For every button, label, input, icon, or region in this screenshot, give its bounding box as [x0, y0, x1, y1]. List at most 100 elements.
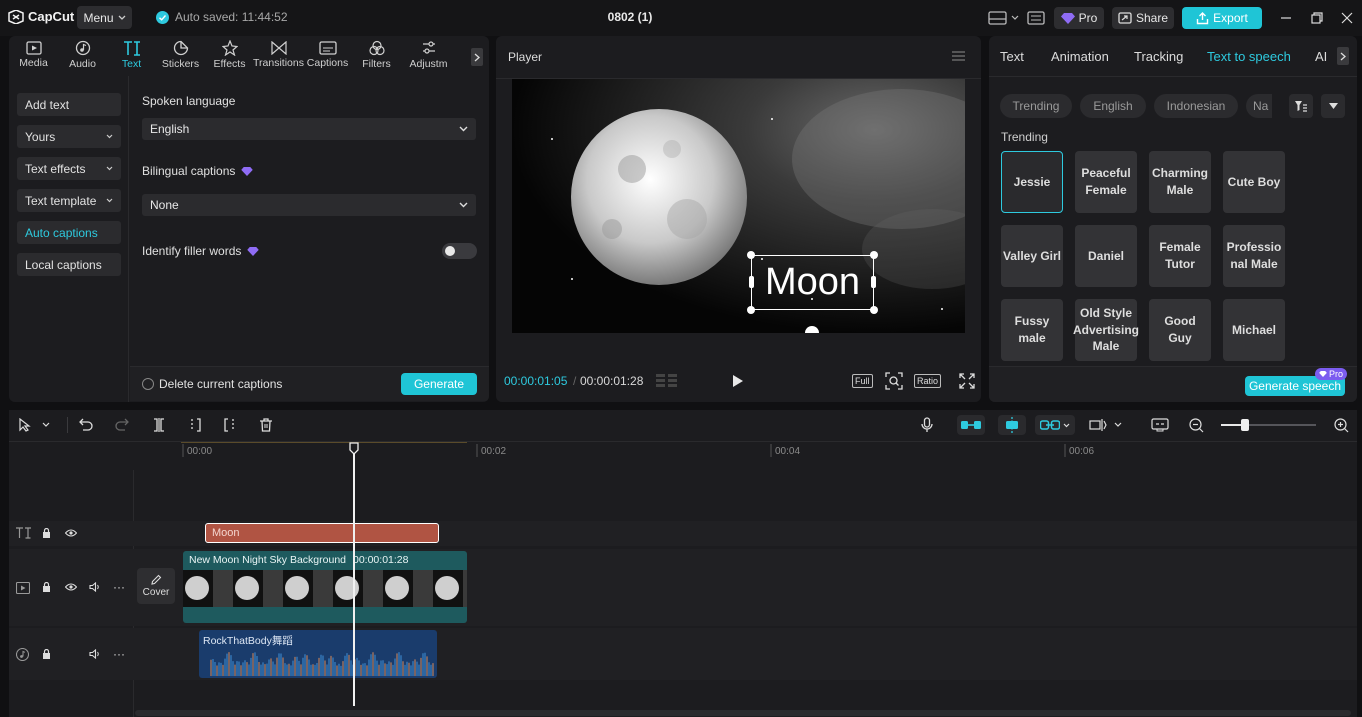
chip-indonesian[interactable]: Indonesian	[1154, 94, 1238, 118]
tab-text-properties[interactable]: Text	[1000, 49, 1024, 64]
resize-handle[interactable]	[749, 276, 754, 288]
cover-button[interactable]: Cover	[137, 568, 175, 604]
tab-adjustment[interactable]: Adjustm	[401, 36, 456, 74]
more-options-icon[interactable]: ···	[113, 580, 125, 594]
keyboard-icon[interactable]	[1027, 11, 1045, 25]
bilingual-captions-select[interactable]: None	[142, 194, 476, 216]
voice-card[interactable]: Jessie	[1001, 151, 1063, 213]
chip-english[interactable]: English	[1080, 94, 1146, 118]
more-options-icon[interactable]: ···	[113, 647, 125, 661]
voice-card[interactable]: Valley Girl	[1001, 225, 1063, 287]
project-title[interactable]: 0802 (1)	[560, 10, 700, 24]
full-quality-button[interactable]: Full	[852, 374, 873, 388]
side-item-text-template[interactable]: Text template	[17, 189, 121, 212]
eye-icon[interactable]	[65, 583, 77, 591]
resize-handle[interactable]	[870, 251, 878, 259]
export-button[interactable]: Export	[1182, 7, 1262, 29]
resize-handle[interactable]	[747, 251, 755, 259]
side-item-yours[interactable]: Yours	[17, 125, 121, 148]
resize-handle[interactable]	[870, 306, 878, 314]
voice-filter-button[interactable]	[1289, 94, 1313, 118]
tab-ai[interactable]: AI	[1315, 49, 1327, 64]
text-overlay-box[interactable]: Moon	[747, 251, 878, 314]
select-tool-icon[interactable]	[19, 418, 53, 432]
captions-track-icon[interactable]	[1151, 418, 1169, 432]
voice-card[interactable]: Female Tutor	[1149, 225, 1211, 287]
linkage-button[interactable]	[1035, 415, 1075, 435]
lock-icon[interactable]	[42, 649, 51, 659]
tab-media[interactable]: Media	[9, 36, 58, 74]
generate-button[interactable]: Generate	[401, 373, 477, 395]
split-right-icon[interactable]	[223, 418, 237, 432]
audio-clip[interactable]: RockThatBody舞蹈	[199, 630, 437, 678]
tab-text[interactable]: Text	[107, 36, 156, 74]
zoom-fit-icon[interactable]	[885, 372, 903, 390]
text-clip[interactable]: Moon	[205, 523, 439, 543]
ratio-button[interactable]: Ratio	[914, 374, 942, 388]
timecode-list-icon[interactable]	[656, 374, 678, 388]
horizontal-scrollbar[interactable]	[135, 710, 1351, 716]
lock-icon[interactable]	[42, 528, 51, 538]
side-item-add-text[interactable]: Add text	[17, 93, 121, 116]
split-left-icon[interactable]	[188, 418, 202, 432]
playhead[interactable]	[353, 444, 355, 706]
tab-stickers[interactable]: Stickers	[156, 36, 205, 74]
rotate-handle[interactable]	[805, 326, 819, 333]
chip-more[interactable]: Na	[1246, 94, 1272, 118]
delete-icon[interactable]	[259, 418, 273, 432]
voice-card[interactable]: Professio nal Male	[1223, 225, 1285, 287]
voice-card[interactable]: Old Style Advertising Male	[1073, 299, 1139, 361]
voice-card[interactable]: Fussy male	[1001, 299, 1063, 361]
speaker-icon[interactable]	[89, 582, 101, 592]
fullscreen-icon[interactable]	[959, 373, 975, 389]
resize-handle[interactable]	[747, 306, 755, 314]
preview-axis-icon[interactable]	[1089, 418, 1123, 432]
tab-text-to-speech[interactable]: Text to speech	[1207, 49, 1291, 64]
side-item-auto-captions[interactable]: Auto captions	[17, 221, 121, 244]
tab-filters[interactable]: Filters	[352, 36, 401, 74]
tab-effects[interactable]: Effects	[205, 36, 254, 74]
speaker-icon[interactable]	[89, 649, 101, 659]
zoom-in-icon[interactable]	[1334, 418, 1349, 433]
playhead-handle[interactable]	[349, 442, 359, 455]
play-icon[interactable]	[732, 374, 744, 388]
player-menu-icon[interactable]	[952, 51, 965, 61]
microphone-icon[interactable]	[920, 417, 934, 433]
voice-card[interactable]: Charming Male	[1149, 151, 1211, 213]
resize-handle[interactable]	[871, 276, 876, 288]
text-overlay[interactable]: Moon	[765, 261, 860, 304]
main-track-magnet-button[interactable]	[957, 415, 985, 435]
voice-card[interactable]: Good Guy	[1149, 299, 1211, 361]
share-button[interactable]: Share	[1112, 7, 1174, 29]
zoom-slider-handle[interactable]	[1241, 419, 1249, 431]
maximize-icon[interactable]	[1310, 11, 1324, 25]
tab-tracking[interactable]: Tracking	[1134, 49, 1183, 64]
close-icon[interactable]	[1340, 11, 1354, 25]
redo-icon[interactable]	[115, 418, 129, 432]
undo-icon[interactable]	[79, 418, 93, 432]
menu-button[interactable]: Menu	[77, 6, 132, 29]
voice-card[interactable]: Peaceful Female	[1075, 151, 1137, 213]
spoken-language-select[interactable]: English	[142, 118, 476, 140]
voice-card[interactable]: Cute Boy	[1223, 151, 1285, 213]
pro-button[interactable]: Pro	[1054, 7, 1104, 29]
voice-card[interactable]: Michael	[1223, 299, 1285, 361]
chip-trending[interactable]: Trending	[1000, 94, 1072, 118]
minimize-icon[interactable]	[1279, 11, 1293, 25]
filler-words-toggle[interactable]	[442, 243, 477, 259]
tab-animation[interactable]: Animation	[1051, 49, 1109, 64]
properties-scroll-right-button[interactable]	[1337, 47, 1349, 65]
side-item-text-effects[interactable]: Text effects	[17, 157, 121, 180]
eye-icon[interactable]	[65, 529, 77, 537]
tab-transitions[interactable]: Transitions	[253, 36, 304, 74]
tab-captions[interactable]: Captions	[303, 36, 352, 74]
voice-dropdown-button[interactable]	[1321, 94, 1345, 118]
side-item-local-captions[interactable]: Local captions	[17, 253, 121, 276]
lock-icon[interactable]	[42, 582, 51, 592]
video-clip[interactable]: New Moon Night Sky Background 00:00:01:2…	[183, 551, 467, 623]
video-preview[interactable]: Moon	[512, 79, 965, 333]
delete-captions-checkbox[interactable]	[142, 378, 154, 390]
split-icon[interactable]	[152, 418, 166, 432]
tabs-scroll-right-button[interactable]	[471, 48, 483, 66]
voice-card[interactable]: Daniel	[1075, 225, 1137, 287]
